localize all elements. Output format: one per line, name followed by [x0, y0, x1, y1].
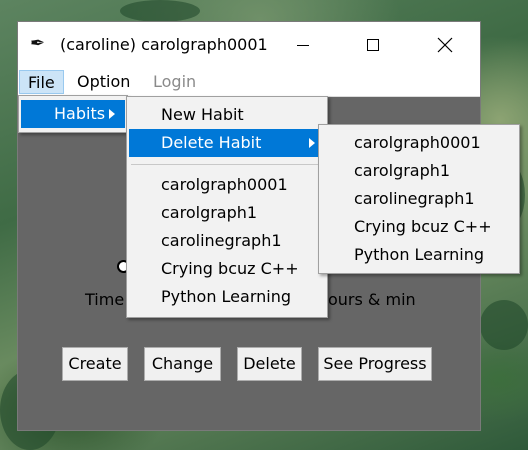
- menu-item-delete-habit[interactable]: Delete Habit: [129, 129, 325, 157]
- menu-item-label: Python Learning: [354, 245, 485, 264]
- menu-item-new-habit[interactable]: New Habit: [129, 101, 325, 129]
- menu-item-habit[interactable]: carolgraph0001: [129, 171, 325, 199]
- delete-habit-menu: carolgraph0001 carolgraph1 carolinegraph…: [318, 124, 520, 274]
- menu-item-label: Habits: [54, 104, 106, 123]
- menu-item-delete-target[interactable]: carolgraph0001: [321, 129, 517, 157]
- menu-item-habit[interactable]: carolinegraph1: [129, 227, 325, 255]
- menu-item-delete-target[interactable]: Crying bcuz C++: [321, 213, 517, 241]
- menu-item-delete-target[interactable]: Python Learning: [321, 241, 517, 269]
- close-icon: [437, 37, 453, 53]
- menu-item-label: Delete Habit: [161, 133, 262, 152]
- feather-pen-icon: ✒: [30, 33, 46, 54]
- minimize-button[interactable]: [280, 22, 326, 68]
- habits-menu: New Habit Delete Habit carolgraph0001 ca…: [126, 96, 328, 318]
- menu-login[interactable]: Login: [145, 70, 204, 94]
- menu-item-habit[interactable]: Crying bcuz C++: [129, 255, 325, 283]
- menu-item-habit[interactable]: carolgraph1: [129, 199, 325, 227]
- window-title: (caroline) carolgraph0001: [60, 35, 268, 54]
- menu-item-label: Crying bcuz C++: [161, 259, 299, 278]
- time-label: Time: [85, 290, 125, 309]
- menu-item-label: carolinegraph1: [354, 189, 475, 208]
- create-button[interactable]: Create: [62, 347, 128, 381]
- menu-item-habit[interactable]: Python Learning: [129, 283, 325, 311]
- title-bar[interactable]: ✒ (caroline) carolgraph0001: [18, 22, 480, 68]
- menu-separator: [131, 164, 323, 165]
- foliage: [120, 0, 200, 22]
- close-button[interactable]: [422, 22, 468, 68]
- menu-item-label: New Habit: [161, 105, 244, 124]
- file-menu: Habits: [18, 95, 128, 133]
- menu-item-label: carolgraph1: [354, 161, 451, 180]
- minimize-icon: [297, 44, 309, 46]
- menu-item-habits[interactable]: Habits: [21, 100, 125, 128]
- change-button[interactable]: Change: [144, 347, 221, 381]
- menu-item-label: carolgraph1: [161, 203, 258, 222]
- menu-item-delete-target[interactable]: carolinegraph1: [321, 185, 517, 213]
- submenu-arrow-icon: [109, 109, 115, 119]
- see-progress-button[interactable]: See Progress: [318, 347, 432, 381]
- menu-item-label: carolinegraph1: [161, 231, 282, 250]
- foliage: [480, 300, 528, 350]
- time-unit-label: ours & min: [328, 290, 416, 309]
- menu-item-label: Crying bcuz C++: [354, 217, 492, 236]
- maximize-icon: [367, 39, 379, 51]
- menu-file[interactable]: File: [19, 70, 64, 94]
- delete-button[interactable]: Delete: [237, 347, 302, 381]
- maximize-button[interactable]: [350, 22, 396, 68]
- menu-item-label: Python Learning: [161, 287, 292, 306]
- menu-item-delete-target[interactable]: carolgraph1: [321, 157, 517, 185]
- menu-item-label: carolgraph0001: [161, 175, 288, 194]
- submenu-arrow-icon: [309, 138, 315, 148]
- menu-bar: File Option Login: [18, 68, 480, 97]
- menu-option[interactable]: Option: [69, 70, 138, 94]
- menu-item-label: carolgraph0001: [354, 133, 481, 152]
